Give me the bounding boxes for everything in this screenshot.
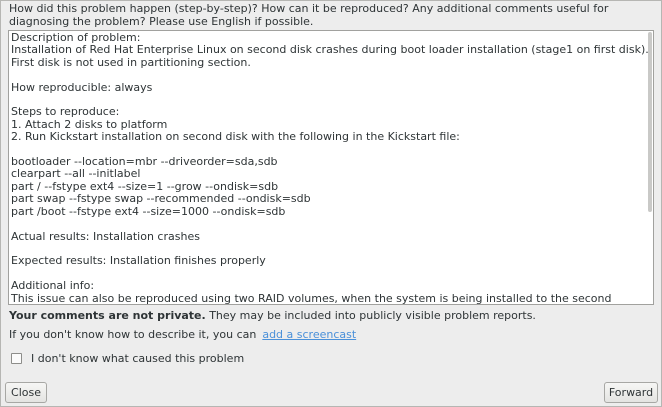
forward-button[interactable]: Forward xyxy=(604,382,658,403)
privacy-detail: They may be included into publicly visib… xyxy=(205,309,536,322)
unknown-cause-checkbox[interactable] xyxy=(11,353,22,364)
unknown-cause-label[interactable]: I don't know what caused this problem xyxy=(31,352,244,365)
problem-description-dialog: How did this problem happen (step-by-ste… xyxy=(0,0,662,407)
privacy-notice: Your comments are not private. They may … xyxy=(9,309,536,322)
textarea-scrollbar[interactable] xyxy=(648,32,652,303)
unknown-cause-checkbox-row[interactable]: I don't know what caused this problem xyxy=(11,352,244,365)
description-line: part swap --fstype swap --recommended --… xyxy=(11,192,311,206)
description-line: Installation of Red Hat Enterprise Linux… xyxy=(11,43,649,69)
description-line xyxy=(11,268,651,280)
description-line: 2. Run Kickstart installation on second … xyxy=(11,130,460,144)
screencast-hint-text: If you don't know how to describe it, yo… xyxy=(9,328,257,341)
description-line: Additional info: xyxy=(11,279,95,293)
privacy-warning: Your comments are not private. xyxy=(9,309,206,322)
description-line: How reproducible: always xyxy=(11,80,153,94)
problem-description-textarea[interactable]: Description of problem: Installation of R… xyxy=(8,30,654,305)
instructions-text: How did this problem happen (step-by-ste… xyxy=(9,2,609,28)
add-screencast-link[interactable]: add a screencast xyxy=(262,328,356,341)
close-button[interactable]: Close xyxy=(5,382,47,403)
description-line: Steps to reproduce: xyxy=(11,105,120,119)
screencast-hint: If you don't know how to describe it, yo… xyxy=(9,328,356,341)
description-line: part /boot --fstype ext4 --size=1000 --o… xyxy=(11,204,286,218)
scrollbar-thumb[interactable] xyxy=(648,32,652,212)
description-line: clearpart --all --initlabel xyxy=(11,167,141,181)
description-line: Actual results: Installation crashes xyxy=(11,229,200,243)
description-line xyxy=(11,218,651,230)
description-line: This issue can also be reproduced using … xyxy=(11,291,612,305)
description-line: Expected results: Installation finishes … xyxy=(11,254,266,268)
description-text: Description of problem: Installation of R… xyxy=(11,31,651,305)
description-line xyxy=(11,69,651,81)
